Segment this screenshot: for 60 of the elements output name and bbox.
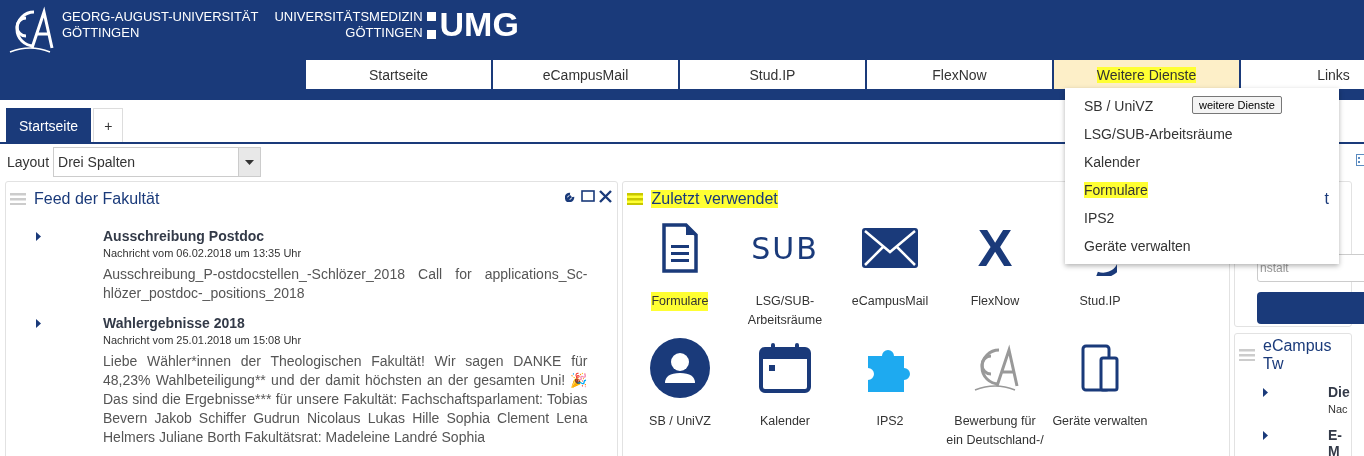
app-label[interactable]: IPS2 — [876, 412, 904, 431]
news-text: Liebe Wähler*innen der Theologischen Fakultät! Wir sagen DANKE für 48,23% Wahlbeteiligung** und der damit höchsten an der gesamten Uni! 🎉 Das sind die Ergebnisse*** für unsere Fakultät: Fachschaftsparlament: Tobias Bevern Jakob Schiffer Gudrun Nicolaus Lukas Hille Sophia Clement Lena Helmers Juliane Borth Fakultätsrat: Madeleine Landré Sophia — [103, 352, 588, 447]
sub-logo[interactable]: SUB — [751, 230, 819, 266]
news-title[interactable]: Wahlergebnisse 2018 — [103, 315, 588, 331]
news-date: Nac — [1328, 403, 1349, 415]
menu-item[interactable]: Kalender — [1084, 154, 1141, 170]
maximize-icon[interactable] — [581, 190, 596, 202]
news-title[interactable]: Die — [1328, 384, 1350, 400]
app-label[interactable]: Geräte verwalten — [1052, 412, 1148, 431]
app-label[interactable]: Formulare — [651, 292, 709, 311]
page-tab[interactable]: Startseite — [6, 108, 92, 142]
menu-item[interactable]: LSG/SUB-Arbeitsräume — [1084, 126, 1233, 142]
app-label[interactable]: Bewerbung für ein Deutschland-/ — [945, 412, 1044, 450]
news-date: Nachricht vom 25.01.2018 um 15:08 Uhr — [103, 334, 303, 346]
devices-icon[interactable] — [1080, 344, 1119, 392]
expand-arrow-icon[interactable] — [1263, 431, 1268, 440]
user-icon[interactable] — [649, 338, 710, 398]
drag-handle-icon[interactable] — [1239, 349, 1255, 361]
menu-item[interactable]: Geräte verwalten — [1084, 238, 1191, 254]
panel-title: eCampus Tw — [1263, 337, 1333, 373]
menu-item[interactable]: IPS2 — [1084, 210, 1115, 226]
flexnow-logo[interactable]: X — [977, 220, 1013, 276]
drag-handle-icon[interactable] — [627, 193, 644, 205]
drag-handle-icon[interactable] — [10, 193, 26, 205]
nav-tab[interactable]: FlexNow — [867, 60, 1052, 89]
panel-title: Feed der Fakultät — [34, 190, 160, 208]
calendar-icon[interactable] — [758, 343, 811, 393]
nav-tab[interactable]: Links — [1241, 60, 1364, 89]
nav-tab[interactable]: Weitere Dienste — [1054, 60, 1239, 89]
caret-icon — [245, 159, 255, 165]
envelope-icon[interactable] — [861, 228, 918, 268]
tooltip: weitere Dienste — [1192, 96, 1282, 114]
page-tab[interactable]: + — [93, 108, 124, 142]
expand-arrow-icon[interactable] — [36, 232, 41, 241]
expand-arrow-icon[interactable] — [1263, 388, 1268, 397]
app-label[interactable]: eCampusMail — [851, 292, 929, 311]
nav-tab[interactable]: Startseite — [306, 60, 491, 89]
expand-arrow-icon[interactable] — [36, 319, 41, 328]
close-icon[interactable] — [599, 189, 613, 203]
layout-select[interactable]: Drei Spalten — [53, 147, 262, 177]
panel-title: t — [1324, 190, 1329, 208]
app-label[interactable]: Stud.IP — [1079, 292, 1121, 311]
panel-title: Zuletzt verwendet — [651, 190, 778, 208]
menu-item[interactable]: Formulare — [1084, 182, 1148, 198]
nav-tab[interactable]: Stud.IP — [680, 60, 865, 89]
university-name: GEORG-AUGUST-UNIVERSITÄT GÖTTINGEN — [62, 9, 259, 41]
app-label[interactable]: SB / UniVZ — [649, 412, 711, 431]
layout-label: Layout — [7, 154, 50, 170]
document-icon[interactable] — [661, 223, 698, 273]
app-label[interactable]: LSG/SUB-Arbeitsräume — [735, 292, 834, 330]
app-label[interactable]: FlexNow — [970, 292, 1020, 311]
news-title[interactable]: Ausschreibung Postdoc — [103, 228, 588, 244]
news-date: Nachricht vom 06.02.2018 um 13:35 Uhr — [103, 247, 303, 259]
news-title[interactable]: E-M — [1328, 427, 1351, 456]
menu-item[interactable]: SB / UniVZ — [1084, 98, 1154, 114]
app-label[interactable]: Kalender — [759, 412, 810, 431]
medicine-name: UNIVERSITÄTSMEDIZIN GÖTTINGEN — [274, 9, 423, 41]
umg-logo: UMG — [439, 4, 519, 44]
nav-tab[interactable]: eCampusMail — [493, 60, 678, 89]
news-text: Ausschreibung_P-ostdocstellen_-Schlözer_2018 Call for applications_Sc-hlözer_postdoc-_positions_2018 — [103, 265, 588, 303]
